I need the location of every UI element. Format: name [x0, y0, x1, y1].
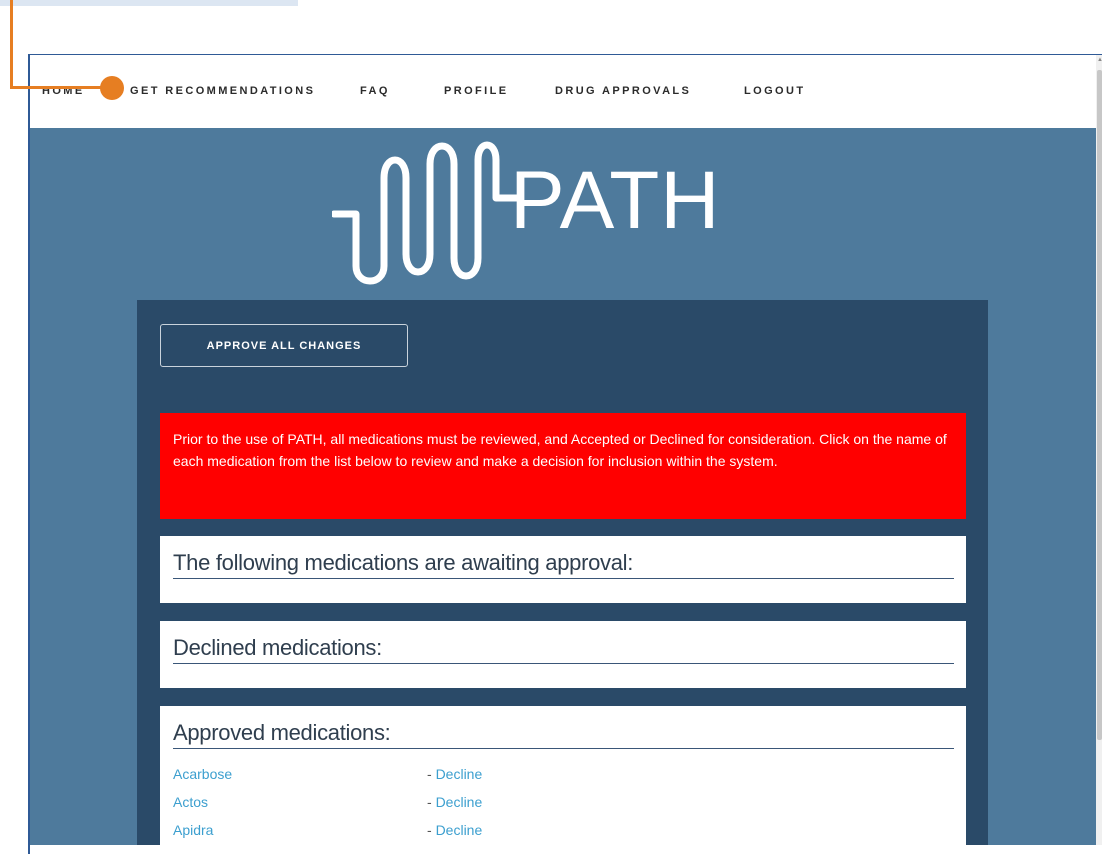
nav-faq[interactable]: FAQ [360, 85, 390, 97]
review-alert: Prior to the use of PATH, all medication… [160, 413, 966, 519]
callout-marker-dot [100, 76, 124, 100]
nav-logout[interactable]: LOGOUT [744, 85, 805, 97]
medication-link-actos[interactable]: Actos [173, 794, 208, 810]
callout-line-vertical [10, 0, 13, 89]
awaiting-approval-card: The following medications are awaiting a… [160, 536, 966, 603]
top-navbar: HOME GET RECOMMENDATIONS FAQ PROFILE DRU… [30, 55, 1096, 128]
dash: - [427, 766, 436, 782]
browser-tab-strip [0, 0, 298, 6]
scroll-up-arrow-icon[interactable]: ▲ [1097, 57, 1102, 63]
callout-line-horizontal [10, 86, 114, 89]
medication-link-acarbose[interactable]: Acarbose [173, 766, 232, 782]
logo-text: PATH [510, 155, 721, 246]
approved-card: Approved medications: [160, 706, 966, 845]
decline-link-acarbose[interactable]: - Decline [427, 766, 482, 782]
nav-profile[interactable]: PROFILE [444, 85, 508, 97]
awaiting-approval-heading: The following medications are awaiting a… [173, 550, 954, 579]
medication-link-apidra[interactable]: Apidra [173, 822, 213, 838]
decline-label: Decline [435, 794, 483, 810]
approved-heading: Approved medications: [173, 720, 954, 749]
declined-heading: Declined medications: [173, 635, 954, 664]
decline-link-apidra[interactable]: - Decline [427, 822, 482, 838]
decline-label: Decline [435, 822, 483, 838]
decline-link-actos[interactable]: - Decline [427, 794, 482, 810]
approve-all-changes-button[interactable]: APPROVE ALL CHANGES [160, 324, 408, 367]
declined-card: Declined medications: [160, 621, 966, 688]
nav-drug-approvals[interactable]: DRUG APPROVALS [555, 85, 691, 97]
dash: - [427, 822, 436, 838]
nav-get-recommendations[interactable]: GET RECOMMENDATIONS [130, 85, 315, 97]
decline-label: Decline [435, 766, 483, 782]
dash: - [427, 794, 436, 810]
scrollbar-thumb[interactable] [1097, 70, 1102, 740]
